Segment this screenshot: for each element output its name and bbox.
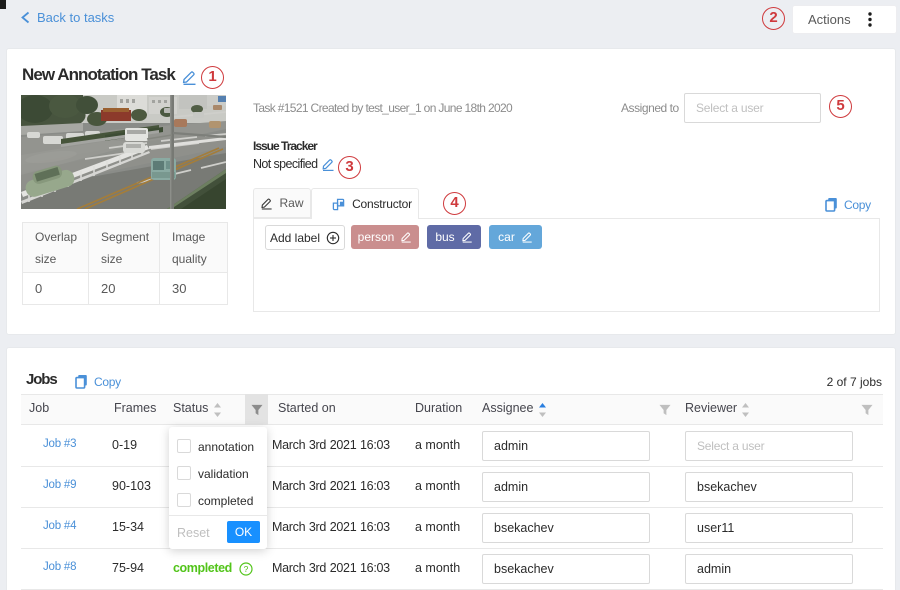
svg-text:?: ? (244, 564, 249, 574)
